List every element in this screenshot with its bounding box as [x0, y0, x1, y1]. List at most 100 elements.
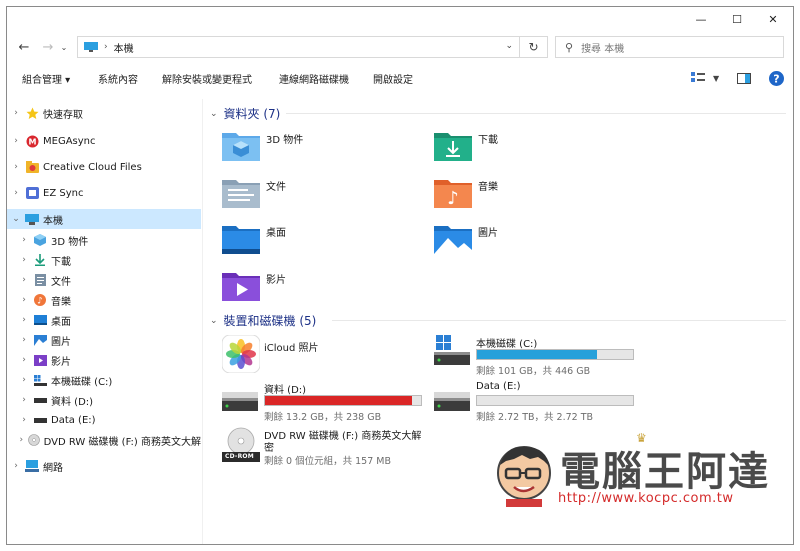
- nav-item-ez-sync[interactable]: › EZ Sync: [7, 183, 201, 203]
- forward-button[interactable]: →: [39, 38, 57, 56]
- organize-menu[interactable]: 組合管理 ▾: [22, 71, 70, 86]
- devices-group-header[interactable]: ⌄ 裝置和磁碟機 (5): [210, 312, 316, 329]
- search-icon: ⚲: [565, 40, 574, 54]
- folders-group-header[interactable]: ⌄ 資料夾 (7): [210, 105, 280, 122]
- chevron-right-icon[interactable]: ›: [19, 375, 29, 385]
- drive-icloud-photos[interactable]: iCloud 照片: [222, 335, 422, 375]
- folder-label: 下載: [478, 135, 498, 146]
- nav-item-music[interactable]: › ♪ 音樂: [7, 290, 201, 310]
- nav-item-quick-access[interactable]: › 快速存取: [7, 103, 201, 123]
- nav-item-megasync[interactable]: › M MEGAsync: [7, 131, 201, 151]
- command-bar: 組合管理 ▾ 系統內容 解除安裝或變更程式 連線網路磁碟機 開啟設定: [7, 67, 793, 89]
- address-dropdown-icon[interactable]: ⌄: [505, 41, 513, 51]
- drive-name: iCloud 照片: [264, 343, 319, 354]
- chevron-right-icon[interactable]: ›: [11, 136, 21, 146]
- folder-music[interactable]: ♪ 音樂: [434, 176, 498, 208]
- drive-e[interactable]: Data (E:) 剩餘 2.72 TB，共 2.72 TB: [434, 381, 644, 423]
- nav-item-downloads[interactable]: › 下載: [7, 250, 201, 270]
- drive-free-space: 剩餘 101 GB，共 446 GB: [476, 366, 591, 377]
- system-properties-button[interactable]: 系統內容: [98, 71, 138, 86]
- view-layout-icon[interactable]: [691, 72, 707, 84]
- chevron-right-icon[interactable]: ›: [19, 275, 29, 285]
- ez-sync-icon: [25, 186, 39, 200]
- icloud-photos-icon: [222, 335, 260, 373]
- preview-pane-icon[interactable]: [737, 72, 752, 84]
- chevron-right-icon[interactable]: ›: [19, 435, 24, 445]
- folder-downloads[interactable]: 下載: [434, 129, 498, 161]
- svg-text:♪: ♪: [37, 297, 43, 307]
- map-network-drive-button[interactable]: 連線網路磁碟機: [279, 71, 349, 86]
- hard-drive-icon: [434, 392, 470, 411]
- group-divider: [286, 113, 786, 114]
- chevron-right-icon[interactable]: ›: [19, 415, 29, 425]
- download-icon: [33, 253, 47, 267]
- mascot-logo: [497, 446, 551, 507]
- chevron-down-icon: ⌄: [210, 315, 218, 326]
- chevron-right-icon[interactable]: ›: [11, 108, 21, 118]
- refresh-button[interactable]: ↻: [520, 36, 548, 58]
- nav-item-drive-d[interactable]: › 資料 (D:): [7, 390, 201, 410]
- chevron-right-icon[interactable]: ›: [19, 255, 29, 265]
- chevron-right-icon[interactable]: ›: [11, 162, 21, 172]
- address-bar[interactable]: › 本機 ⌄: [77, 36, 520, 58]
- nav-item-pictures[interactable]: › 圖片: [7, 330, 201, 350]
- uninstall-program-button[interactable]: 解除安裝或變更程式: [162, 71, 252, 86]
- nav-item-desktop[interactable]: › 桌面: [7, 310, 201, 330]
- chevron-right-icon[interactable]: ›: [11, 188, 21, 198]
- nav-item-drive-c[interactable]: › 本機磁碟 (C:): [7, 370, 201, 390]
- chevron-right-icon[interactable]: ›: [19, 355, 29, 365]
- folder-pictures[interactable]: 圖片: [434, 222, 498, 254]
- minimize-button[interactable]: —: [683, 7, 719, 31]
- nav-item-creative-cloud[interactable]: › Creative Cloud Files: [7, 157, 201, 177]
- chevron-right-icon[interactable]: ›: [19, 335, 29, 345]
- close-icon: ✕: [768, 12, 778, 26]
- megasync-icon: M: [25, 134, 39, 148]
- nav-item-network[interactable]: › 網路: [7, 456, 201, 476]
- folder-label: 音樂: [478, 182, 498, 193]
- view-dropdown-icon[interactable]: ▼: [713, 74, 719, 83]
- search-input[interactable]: ⚲ 搜尋 本機: [555, 36, 784, 58]
- drive-usage-fill: [265, 396, 412, 405]
- drive-name: 資料 (D:): [264, 385, 307, 396]
- help-icon[interactable]: ?: [769, 70, 785, 86]
- chevron-right-icon[interactable]: ›: [19, 395, 29, 405]
- close-button[interactable]: ✕: [755, 7, 791, 31]
- drive-dvd[interactable]: CD-ROM DVD RW 磁碟機 (F:) 商務英文大解 密 剩餘 0 個位元…: [222, 427, 422, 475]
- pictures-folder-icon: [434, 226, 472, 254]
- folder-documents[interactable]: 文件: [222, 176, 286, 208]
- nav-label: 網路: [43, 462, 63, 474]
- network-icon: [25, 459, 39, 473]
- creative-cloud-icon: [25, 160, 39, 174]
- svg-text:?: ?: [773, 72, 779, 85]
- folder-label: 影片: [266, 275, 286, 286]
- chevron-right-icon[interactable]: ›: [19, 295, 29, 305]
- nav-item-this-pc[interactable]: ⌄ 本機: [7, 209, 201, 229]
- chevron-right-icon[interactable]: ›: [19, 315, 29, 325]
- music-icon: ♪: [33, 293, 47, 307]
- nav-item-3d-objects[interactable]: › 3D 物件: [7, 230, 201, 250]
- back-button[interactable]: ←: [15, 38, 33, 56]
- nav-label: MEGAsync: [43, 135, 96, 147]
- nav-label: Data (E:): [51, 414, 96, 426]
- chevron-down-icon: ⌄: [60, 42, 68, 52]
- pictures-icon: [33, 333, 47, 347]
- maximize-button[interactable]: ☐: [719, 7, 755, 31]
- nav-item-dvd-drive[interactable]: › DVD RW 磁碟機 (F:) 商務英文大解: [7, 430, 201, 450]
- open-settings-button[interactable]: 開啟設定: [373, 71, 413, 86]
- chevron-right-icon[interactable]: ›: [19, 235, 29, 245]
- nav-item-videos[interactable]: › 影片: [7, 350, 201, 370]
- chevron-right-icon[interactable]: ›: [11, 461, 21, 471]
- nav-label: 本機: [43, 215, 63, 227]
- star-icon: [25, 106, 39, 120]
- group-divider: [332, 320, 786, 321]
- chevron-down-icon[interactable]: ⌄: [11, 214, 21, 224]
- folder-desktop[interactable]: 桌面: [222, 222, 286, 254]
- recent-locations-button[interactable]: ⌄: [59, 38, 69, 56]
- drive-usage-bar: [264, 395, 422, 406]
- drive-c[interactable]: 本機磁碟 (C:) 剩餘 101 GB，共 446 GB: [434, 335, 644, 377]
- nav-item-documents[interactable]: › 文件: [7, 270, 201, 290]
- folder-3d-objects[interactable]: 3D 物件: [222, 129, 303, 161]
- folder-videos[interactable]: 影片: [222, 269, 286, 301]
- nav-item-drive-e[interactable]: › Data (E:): [7, 410, 201, 430]
- drive-d[interactable]: 資料 (D:) 剩餘 13.2 GB，共 238 GB: [222, 381, 432, 423]
